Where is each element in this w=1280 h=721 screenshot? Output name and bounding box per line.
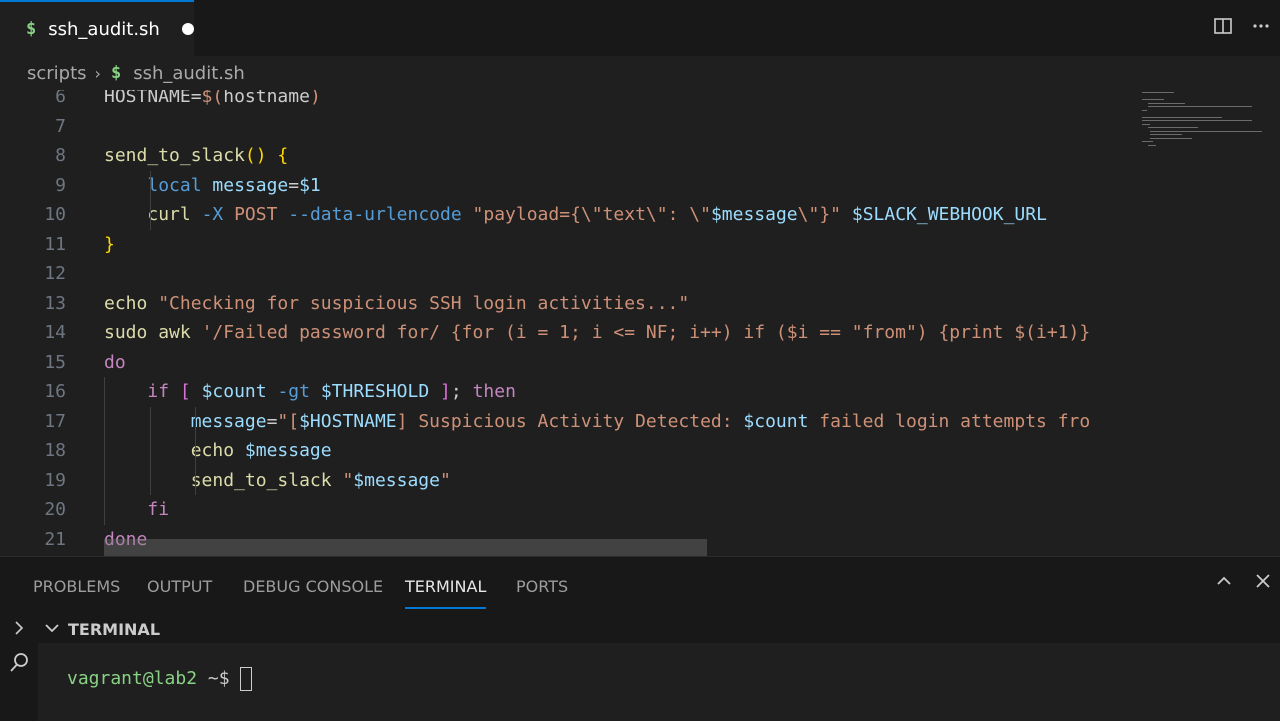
code-line[interactable]: 16 if [ $count -gt $THRESHOLD ]; then [0, 377, 1136, 407]
indent-guide [104, 377, 105, 525]
code-text: send_to_slack() { [104, 145, 289, 166]
breadcrumb: scripts › $ ssh_audit.sh [0, 56, 1280, 90]
line-number: 17 [44, 410, 66, 432]
panel-tabs: PROBLEMS OUTPUT DEBUG CONSOLE TERMINAL PORTS [0, 557, 1280, 615]
terminal-prompt: vagrant@lab2 ~$ [67, 667, 252, 691]
breadcrumb-folder[interactable]: scripts [27, 63, 87, 84]
code-line[interactable]: 11} [0, 230, 1136, 260]
minimap-line [1142, 141, 1154, 142]
line-number: 16 [44, 381, 66, 402]
prompt-path: ~$ [197, 668, 230, 689]
minimap-line [1142, 120, 1253, 121]
chevron-right-icon[interactable] [10, 617, 28, 643]
line-number: 9 [55, 174, 66, 196]
line-number: 13 [44, 292, 66, 314]
minimap-line [1148, 144, 1156, 146]
line-number: 19 [44, 469, 66, 491]
code-text: message="[$HOSTNAME] Suspicious Activity… [190, 410, 1091, 432]
minimap-line [1148, 106, 1252, 107]
minimap[interactable] [1136, 90, 1280, 556]
code-text: send_to_slack "$message" [190, 469, 451, 491]
minimap-line [1142, 99, 1165, 100]
code-line[interactable]: 19 send_to_slack "$message" [0, 466, 1136, 496]
terminal[interactable]: vagrant@lab2 ~$ [38, 643, 1280, 721]
code-line[interactable]: 9 local message=$1 [0, 171, 1136, 201]
code-line[interactable]: 18 echo $message [0, 436, 1136, 466]
code-text: echo $message [190, 440, 332, 461]
code-editor[interactable]: 6 HOSTNAME=$(hostname) 7 8 send_to_slack() {… [0, 90, 1136, 556]
line-number: 8 [55, 145, 66, 166]
minimap-line [1150, 137, 1192, 139]
line-number: 12 [44, 263, 66, 284]
panel-sidebar [0, 615, 38, 721]
line-number: 11 [44, 233, 66, 255]
indent-guide [195, 406, 196, 495]
tab-filename: ssh_audit.sh [48, 18, 160, 40]
breadcrumb-file[interactable]: ssh_audit.sh [133, 63, 245, 84]
line-number: 6 [55, 90, 66, 107]
code-line[interactable]: 14 sudo awk '/Failed password for/ {for (… [0, 318, 1136, 348]
search-icon[interactable] [8, 651, 30, 679]
line-number: 15 [44, 351, 66, 373]
line-number: 14 [44, 322, 66, 343]
code-line[interactable]: 7 [0, 112, 1136, 142]
chevron-right-icon: › [94, 63, 101, 83]
panel-tab-output[interactable]: OUTPUT [147, 557, 212, 615]
code-line[interactable]: 10 curl -X POST --data-urlencode "payloa… [0, 200, 1136, 230]
close-panel-icon[interactable] [1253, 571, 1273, 597]
code-line[interactable]: 17 message="[$HOSTNAME] Suspicious Activ… [0, 407, 1136, 437]
code-text: fi [147, 499, 170, 520]
panel-tab-ports[interactable]: PORTS [516, 557, 568, 615]
editor-tab-ssh-audit[interactable]: $ ssh_audit.sh [0, 0, 194, 56]
minimap-line [1142, 123, 1150, 125]
line-number: 7 [55, 115, 66, 137]
split-editor-icon[interactable] [1204, 16, 1242, 41]
unsaved-dot-icon[interactable] [181, 23, 194, 35]
code-text: } [104, 233, 115, 255]
line-number: 20 [44, 499, 66, 520]
panel-tab-problems[interactable]: PROBLEMS [33, 557, 120, 615]
minimap-line [1142, 92, 1174, 93]
line-number: 10 [44, 204, 66, 225]
terminal-section-header[interactable]: TERMINAL [38, 615, 1280, 643]
chevron-down-icon[interactable] [44, 620, 60, 639]
bottom-panel: PROBLEMS OUTPUT DEBUG CONSOLE TERMINAL PORTS… [0, 556, 1280, 721]
maximize-panel-icon[interactable] [1214, 571, 1234, 597]
prompt-user: vagrant@lab2 [67, 668, 198, 689]
minimap-line [1148, 127, 1198, 128]
shell-file-icon: $ [26, 19, 37, 39]
line-number: 21 [44, 528, 66, 550]
indent-guide [150, 170, 151, 230]
minimap-line [1150, 134, 1182, 135]
code-line[interactable]: 15 do [0, 348, 1136, 378]
code-text: sudo awk '/Failed password for/ {for (i … [104, 322, 1091, 343]
minimap-line [1150, 130, 1262, 132]
minimap-line [1142, 109, 1147, 111]
minimap-line [1142, 116, 1222, 118]
code-line[interactable]: 20 fi [0, 495, 1136, 525]
code-line[interactable]: 13 echo "Checking for suspicious SSH logi… [0, 289, 1136, 319]
code-text: local message=$1 [147, 174, 321, 196]
horizontal-scrollbar[interactable] [104, 539, 707, 556]
code-text: curl -X POST --data-urlencode "payload={… [147, 204, 1047, 225]
more-actions-icon[interactable] [1242, 16, 1280, 41]
indent-guide [150, 406, 151, 495]
panel-tab-terminal[interactable]: TERMINAL [405, 557, 487, 615]
line-number: 18 [44, 440, 66, 461]
panel-tab-debug-console[interactable]: DEBUG CONSOLE [243, 557, 383, 615]
tab-bar: $ ssh_audit.sh [0, 0, 1280, 56]
editor-actions [1204, 0, 1280, 56]
code-text: echo "Checking for suspicious SSH login … [104, 292, 690, 314]
code-line[interactable]: 8 send_to_slack() { [0, 141, 1136, 171]
code-text: HOSTNAME=$(hostname) [104, 90, 321, 107]
terminal-cursor [239, 667, 252, 691]
shell-file-icon: $ [110, 63, 122, 83]
code-text: do [104, 351, 126, 373]
code-line[interactable]: 6 HOSTNAME=$(hostname) [0, 90, 1136, 112]
code-text: if [ $count -gt $THRESHOLD ]; then [147, 381, 516, 402]
terminal-section-title: TERMINAL [68, 619, 161, 639]
code-line[interactable]: 12 [0, 259, 1136, 289]
minimap-line [1148, 102, 1185, 104]
